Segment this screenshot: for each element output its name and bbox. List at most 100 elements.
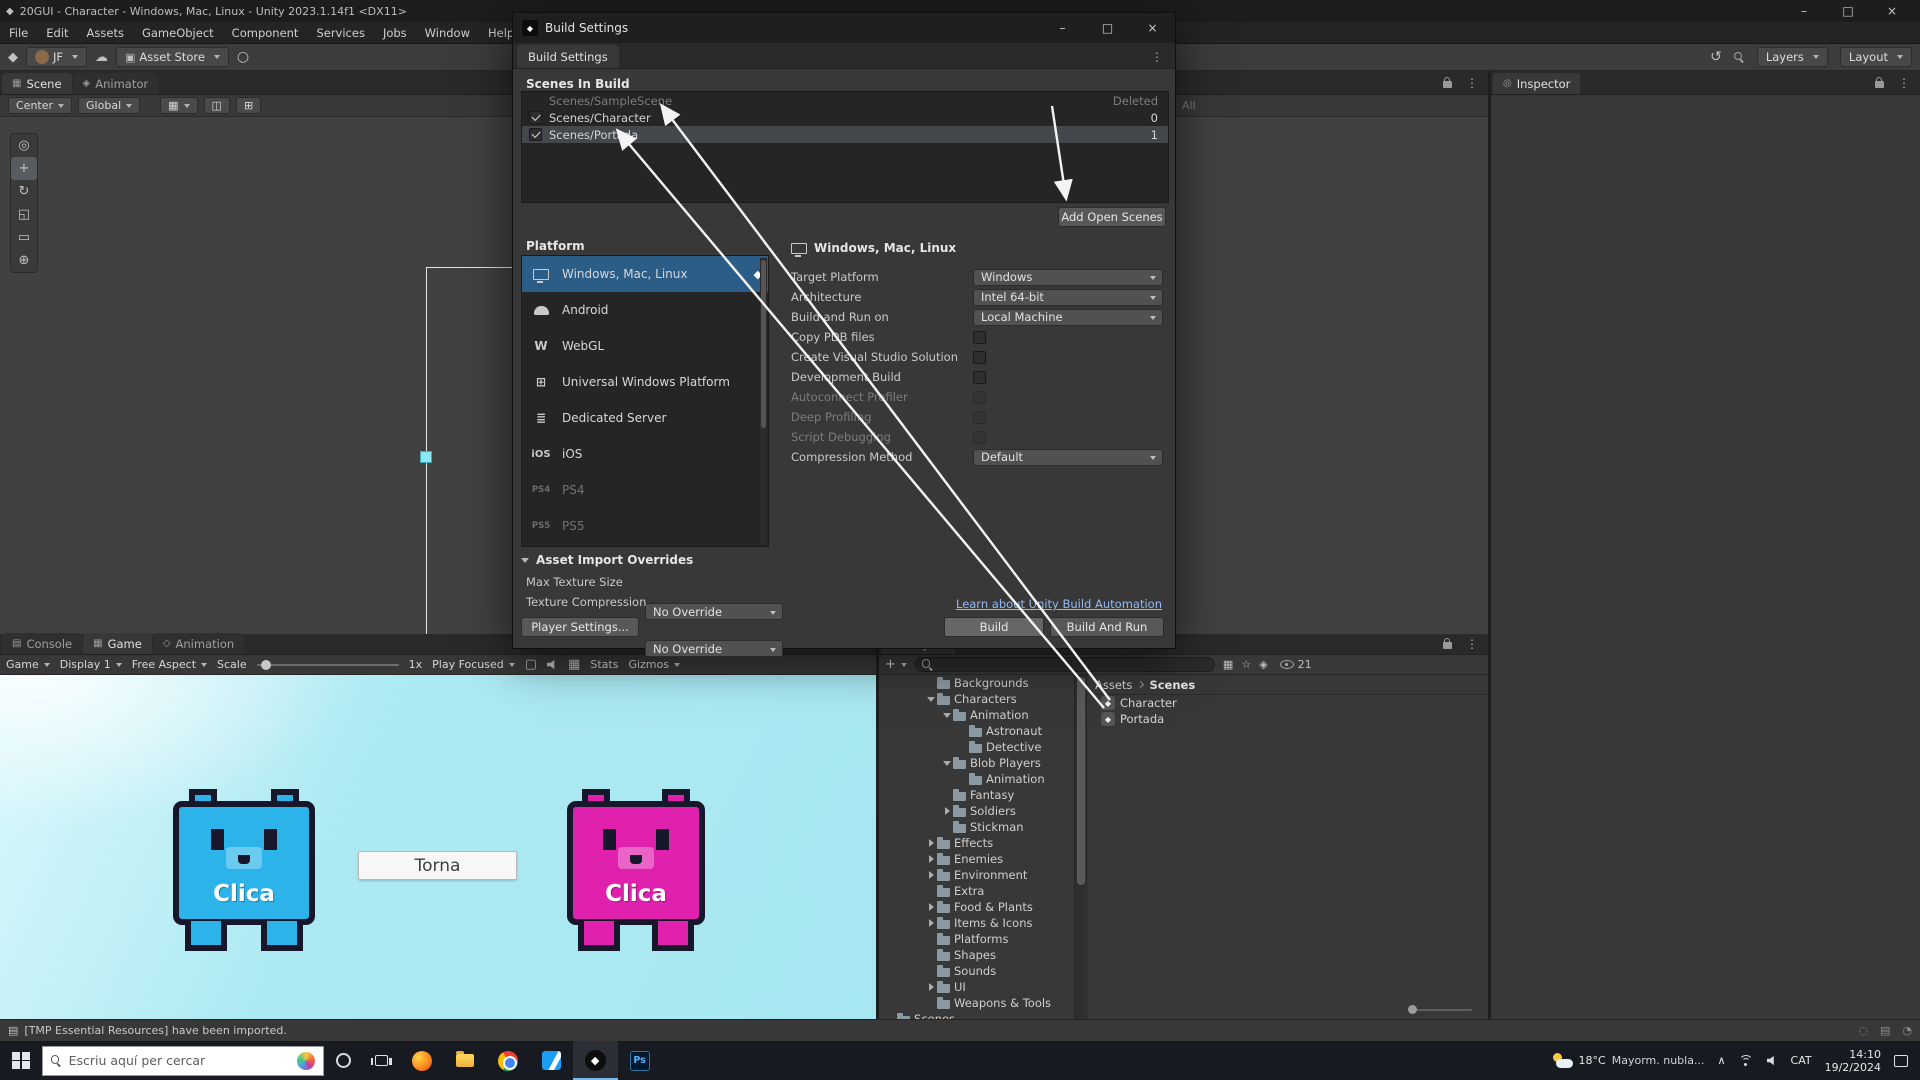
tree-item[interactable]: Soldiers (879, 803, 1074, 819)
tree-item[interactable]: Detective (879, 739, 1074, 755)
rotate-tool[interactable]: ↻ (11, 180, 37, 203)
mute-audio-icon[interactable] (547, 660, 558, 670)
dialog-title-bar[interactable]: ◆ Build Settings – □ × (513, 13, 1175, 43)
development-build-checkbox[interactable] (973, 371, 986, 384)
asset-store-dropdown[interactable]: ▣ Asset Store (116, 47, 229, 67)
dialog-tab-build-settings[interactable]: Build Settings (517, 45, 619, 68)
scene-row-portada[interactable]: Scenes/Portada 1 (522, 126, 1168, 143)
menu-edit[interactable]: Edit (37, 22, 77, 44)
taskbar-search-input[interactable]: Escriu aquí per cercar (42, 1046, 324, 1076)
platform-ps5[interactable]: PS5 PS5 (522, 508, 768, 544)
panel-menu-icon[interactable]: ⋮ (1466, 76, 1478, 90)
tree-item[interactable]: Characters (879, 691, 1074, 707)
wifi-icon[interactable] (1739, 1055, 1754, 1067)
hidden-icons-chevron[interactable]: ∧ (1717, 1054, 1725, 1067)
breadcrumb-current[interactable]: Scenes (1149, 678, 1195, 692)
rect-tool-handle[interactable] (420, 451, 432, 463)
texture-compression-dropdown[interactable]: No Override (645, 640, 783, 657)
search-by-type-icon[interactable]: ▦ (1223, 658, 1233, 671)
compression-method-dropdown[interactable]: Default (973, 449, 1163, 466)
firefox-button[interactable] (400, 1041, 444, 1080)
tree-item[interactable]: Scenes (879, 1011, 1074, 1019)
tree-item[interactable]: Animation (879, 707, 1074, 723)
dialog-minimize-button[interactable]: – (1040, 13, 1085, 43)
menu-window[interactable]: Window (416, 22, 479, 44)
vscode-button[interactable] (530, 1041, 573, 1080)
clica-button-label[interactable]: Clica (563, 881, 709, 907)
dialog-menu-icon[interactable]: ⋮ (1151, 50, 1175, 68)
architecture-dropdown[interactable]: Intel 64-bit (973, 289, 1163, 306)
scale-tool[interactable]: ◱ (11, 203, 37, 226)
notification-center-icon[interactable] (1894, 1055, 1908, 1067)
unity-build-automation-link[interactable]: Learn about Unity Build Automation (956, 597, 1162, 611)
project-search-input[interactable] (915, 657, 1215, 672)
hidden-packages-toggle[interactable]: 21 (1280, 658, 1312, 671)
status-icon-2[interactable]: ▤ (1880, 1024, 1890, 1037)
game-viewport[interactable]: Clica Torna Clica (0, 675, 876, 1019)
stats-button[interactable]: Stats (590, 658, 618, 671)
player-settings-button[interactable]: Player Settings... (521, 617, 639, 637)
maximize-on-play-icon[interactable]: ▢ (525, 657, 537, 672)
move-tool[interactable]: + (11, 157, 37, 180)
save-search-icon[interactable]: ◈ (1259, 658, 1267, 671)
game-mode-dropdown[interactable]: Game (6, 658, 50, 671)
rect-tool[interactable]: ▭ (11, 226, 37, 249)
dialog-close-button[interactable]: × (1130, 13, 1175, 43)
tree-scrollbar-thumb[interactable] (1077, 677, 1085, 885)
asset-item-portada[interactable]: ◆ Portada (1087, 711, 1488, 727)
tree-item[interactable]: Astronaut (879, 723, 1074, 739)
project-menu-icon[interactable]: ⋮ (1466, 637, 1478, 651)
tree-item[interactable]: Stickman (879, 819, 1074, 835)
snap-toggle[interactable]: ◫ (204, 97, 230, 114)
chrome-button[interactable] (486, 1041, 530, 1080)
scale-slider[interactable] (257, 664, 399, 666)
tree-item[interactable]: UI (879, 979, 1074, 995)
pivot-dropdown[interactable]: Center (8, 97, 72, 114)
scene-row-samplescene[interactable]: Scenes/SampleScene Deleted (522, 92, 1168, 109)
tab-animation[interactable]: ◇ Animation (153, 633, 244, 654)
task-view-button[interactable] (363, 1041, 400, 1080)
record-icon[interactable]: ○ (237, 49, 249, 65)
platform-scrollbar[interactable] (760, 258, 767, 544)
undo-history-icon[interactable]: ↺ (1710, 49, 1722, 65)
status-icon-3[interactable]: ◔ (1902, 1024, 1912, 1037)
asset-import-overrides-header[interactable]: Asset Import Overrides (521, 553, 693, 567)
menu-services[interactable]: Services (307, 22, 374, 44)
platform-android[interactable]: Android (522, 292, 768, 328)
cloud-icon[interactable]: ☁ (95, 50, 108, 65)
copy-pdb-checkbox[interactable] (973, 331, 986, 344)
lock-icon[interactable] (1443, 81, 1452, 88)
clock[interactable]: 14:10 19/2/2024 (1825, 1048, 1881, 1074)
tree-item[interactable]: Weapons & Tools (879, 995, 1074, 1011)
tab-scene[interactable]: ▦ Scene (2, 73, 72, 94)
tree-item[interactable]: Fantasy (879, 787, 1074, 803)
menu-assets[interactable]: Assets (78, 22, 133, 44)
volume-icon[interactable] (1767, 1056, 1778, 1066)
scene-row-character[interactable]: Scenes/Character 0 (522, 109, 1168, 126)
scene-checkbox[interactable] (529, 128, 542, 141)
menu-component[interactable]: Component (223, 22, 308, 44)
weather-widget[interactable]: 18°C Mayorm. nubla... (1551, 1053, 1705, 1068)
search-icon[interactable] (1734, 52, 1745, 63)
tree-item[interactable]: Animation (879, 771, 1074, 787)
tree-item[interactable]: Environment (879, 867, 1074, 883)
add-open-scenes-button[interactable]: Add Open Scenes (1058, 207, 1166, 227)
menu-file[interactable]: File (0, 22, 37, 44)
status-message[interactable]: [TMP Essential Resources] have been impo… (24, 1024, 286, 1037)
platform-ps4[interactable]: PS4 PS4 (522, 472, 768, 508)
gizmos-dropdown[interactable]: Gizmos (628, 658, 680, 671)
asset-zoom-slider[interactable] (1408, 1009, 1472, 1011)
view-tool[interactable]: ◎ (11, 134, 37, 157)
unity-hub-icon[interactable]: ◆ (8, 50, 18, 65)
cortana-button[interactable] (324, 1041, 363, 1080)
search-by-label-icon[interactable]: ☆ (1241, 658, 1251, 671)
tab-animator[interactable]: ◈ Animator (73, 73, 159, 94)
tree-item[interactable]: Food & Plants (879, 899, 1074, 915)
tab-inspector[interactable]: ◎ Inspector (1493, 73, 1580, 94)
maximize-button[interactable]: □ (1826, 0, 1870, 22)
scene-checkbox[interactable] (529, 111, 542, 124)
display-dropdown[interactable]: Display 1 (60, 658, 122, 671)
language-indicator[interactable]: CAT (1791, 1054, 1812, 1067)
tree-scrollbar[interactable] (1074, 675, 1085, 1019)
layout-dropdown[interactable]: Layout (1840, 47, 1912, 67)
